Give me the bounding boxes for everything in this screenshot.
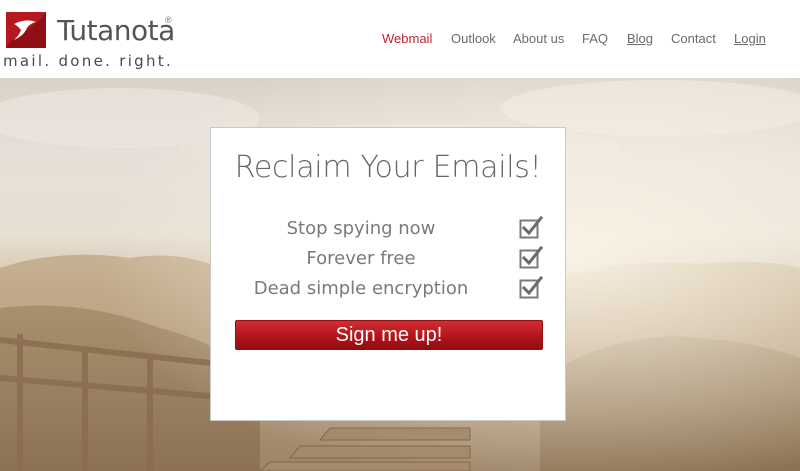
checkbox-checked-icon (519, 246, 543, 269)
logo-wordmark: Tutanota (57, 16, 175, 46)
sign-up-button[interactable]: Sign me up! (235, 320, 543, 350)
card-title: Reclaim Your Emails! (234, 150, 542, 185)
feature-stop-spying: Stop spying now (286, 218, 436, 239)
site-header: Tutanota ® mail. done. right. Webmail Ou… (0, 0, 800, 78)
logo-wordmark-part1: Tuta (57, 14, 114, 47)
registered-mark: ® (165, 15, 172, 25)
checkbox-checked-icon (519, 276, 543, 299)
nav-contact[interactable]: Contact (671, 31, 716, 46)
nav-login[interactable]: Login (734, 31, 766, 46)
tagline: mail. done. right. (3, 52, 174, 70)
nav-about-us[interactable]: About us (513, 31, 564, 46)
nav-faq[interactable]: FAQ (582, 31, 608, 46)
nav-webmail[interactable]: Webmail (382, 31, 432, 46)
feature-dead-simple-encryption: Dead simple encryption (253, 278, 469, 299)
checkbox-checked-icon (519, 216, 543, 239)
tutanota-logo-mark-icon (6, 12, 46, 48)
feature-forever-free: Forever free (306, 248, 416, 269)
tutanota-logo[interactable]: Tutanota ® mail. done. right. (3, 12, 183, 72)
signup-card: Reclaim Your Emails! Stop spying now For… (210, 127, 566, 421)
nav-outlook[interactable]: Outlook (451, 31, 496, 46)
nav-blog[interactable]: Blog (627, 31, 653, 46)
